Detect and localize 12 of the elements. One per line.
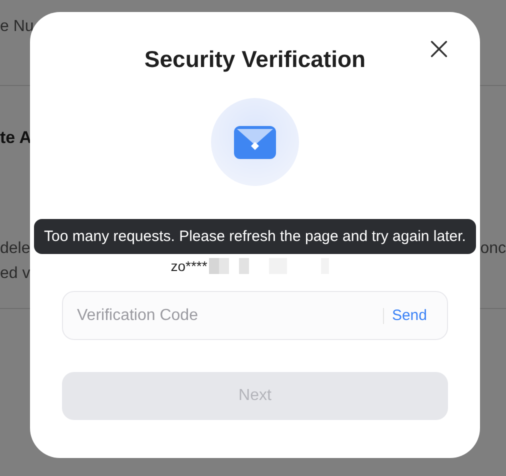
close-icon[interactable] bbox=[430, 40, 448, 58]
envelope-icon bbox=[210, 97, 300, 187]
description-text: ed v bbox=[0, 264, 30, 284]
error-toast: Too many requests. Please refresh the page and try again later. bbox=[34, 219, 476, 254]
section-heading: e Nu bbox=[0, 18, 34, 35]
dialog-title: Security Verification bbox=[144, 46, 366, 73]
verification-code-field[interactable]: Verification Code Send bbox=[62, 291, 448, 340]
send-link[interactable]: Send bbox=[392, 307, 427, 324]
description-text: onc bbox=[480, 239, 506, 259]
masked-email: zo**** bbox=[170, 258, 208, 274]
section-heading: te A bbox=[0, 128, 32, 148]
description-text: dele bbox=[0, 239, 30, 259]
